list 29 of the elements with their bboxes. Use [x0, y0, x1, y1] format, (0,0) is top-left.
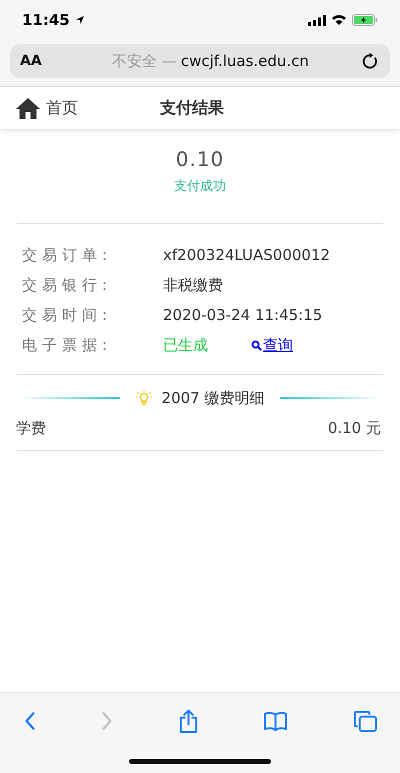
- detail-label: 电子票据:: [22, 336, 114, 354]
- detail-value: xf200324LUAS000012: [163, 246, 330, 264]
- text-size-button[interactable]: AA: [20, 53, 60, 69]
- page-title: 支付结果: [160, 98, 224, 118]
- home-icon[interactable]: [16, 97, 40, 119]
- address-bar[interactable]: AA 不安全 — cwcjf.luas.edu.cn: [10, 44, 390, 78]
- receipt-status: 已生成: [163, 336, 209, 354]
- search-icon[interactable]: [251, 340, 262, 350]
- detail-label: 交易时间:: [22, 306, 114, 324]
- fee-name: 学费: [16, 419, 46, 438]
- location-arrow-icon: [74, 15, 85, 25]
- wifi-icon: [331, 14, 347, 26]
- url-domain: cwcjf.luas.edu.cn: [180, 52, 309, 70]
- battery-icon: [352, 14, 378, 26]
- light-bulb-icon: [136, 390, 152, 406]
- detail-value: 非税缴费: [163, 276, 223, 294]
- detail-label: 交易订单:: [22, 246, 114, 264]
- home-link[interactable]: 首页: [16, 97, 160, 119]
- signal-icon: [308, 14, 326, 26]
- security-warning: 不安全 —: [112, 52, 177, 70]
- detail-value: 2020-03-24 11:45:15: [163, 306, 322, 324]
- payment-result: 支付成功: [173, 178, 227, 195]
- section-title: 2007 缴费明细: [162, 388, 264, 408]
- status-time: 11:45: [22, 11, 70, 29]
- query-link[interactable]: 查询: [251, 336, 293, 354]
- fee-amount: 0.10 元: [328, 419, 381, 438]
- reload-icon[interactable]: [361, 52, 380, 70]
- payment-amount: 0.10: [174, 147, 226, 171]
- detail-label: 交易银行:: [22, 276, 114, 294]
